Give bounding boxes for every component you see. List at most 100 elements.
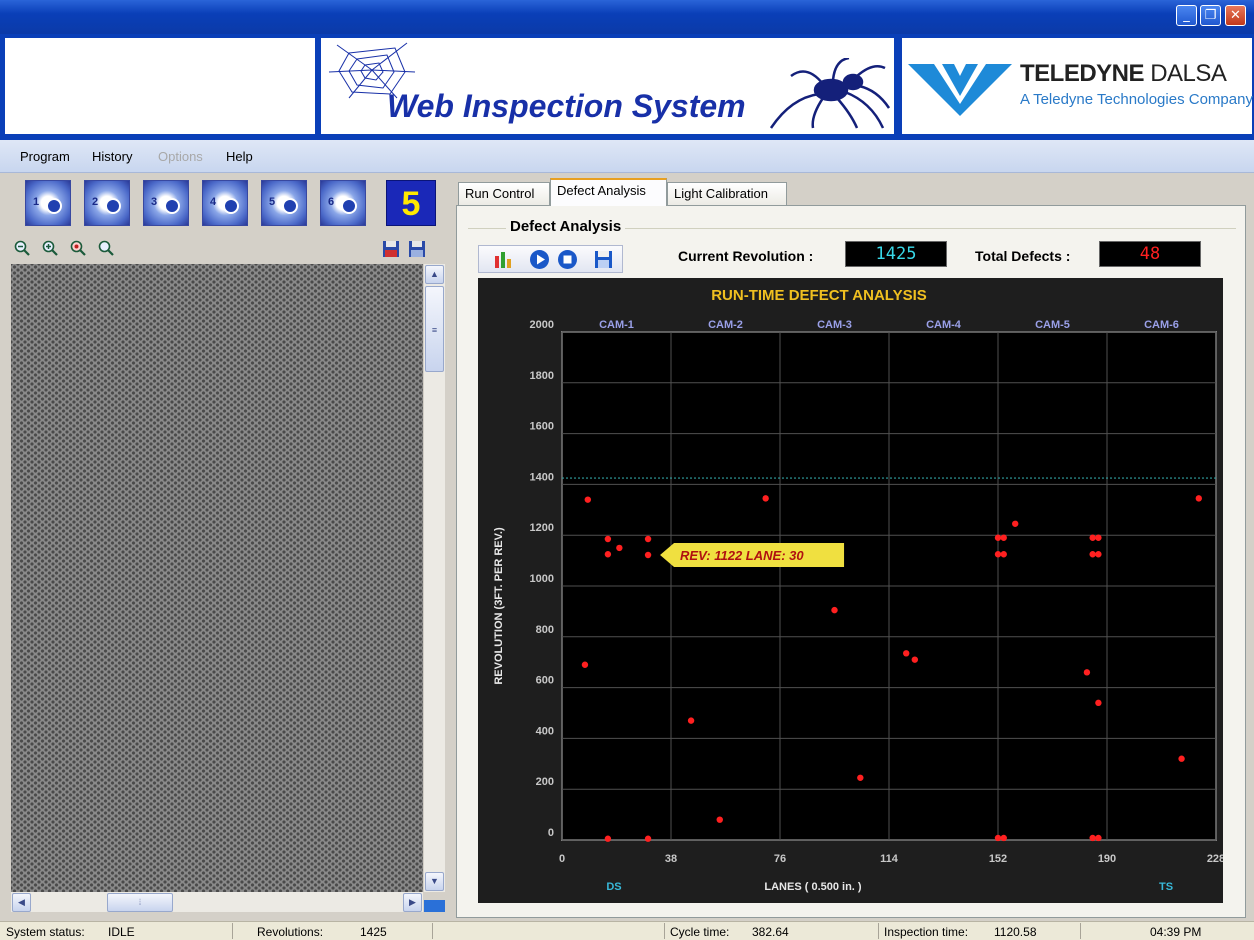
x-tick-label: 114 (880, 853, 899, 865)
defect-point (1095, 551, 1102, 558)
defect-point (604, 535, 612, 543)
zoom-out-icon[interactable] (14, 240, 30, 256)
save-chart-icon[interactable] (594, 250, 613, 269)
camera-number: 1 (33, 196, 40, 208)
defect-point (1178, 755, 1185, 762)
stop-icon[interactable] (557, 249, 578, 270)
camera-5-button[interactable]: 5 (261, 180, 307, 226)
camera-label: CAM-4 (926, 319, 962, 331)
defect-point (903, 650, 910, 657)
clock: 04:39 PM (1150, 925, 1202, 939)
camera-lens-icon (341, 198, 357, 214)
restore-button[interactable]: ❐ (1200, 5, 1221, 26)
revolutions-value: 1425 (360, 925, 387, 939)
camera-number: 6 (328, 196, 335, 208)
x-tick-label: 152 (989, 853, 1007, 865)
total-defects-display: 48 (1099, 241, 1201, 267)
zoom-toolbar (10, 237, 440, 263)
camera-lens-icon (105, 198, 121, 214)
bar-chart-icon[interactable] (493, 250, 513, 268)
defect-point (1095, 699, 1102, 707)
zoom-in-icon[interactable] (42, 240, 58, 256)
revolutions-label: Revolutions: (257, 925, 324, 939)
camera-1-button[interactable]: 1 (25, 180, 71, 226)
y-tick-label: 1000 (530, 573, 554, 585)
defect-point (1089, 834, 1096, 842)
defect-chart-panel: 0 38 76 114 152 190 228 0 200 400 600 800 1000 1200 14… (478, 278, 1225, 903)
scroll-right-icon[interactable]: ▶ (403, 893, 422, 912)
camera-lens-icon (223, 198, 239, 214)
image-horizontal-scrollbar[interactable]: ◀ ⦙ ▶ (11, 892, 423, 912)
tab-defect-analysis[interactable]: Defect Analysis (550, 178, 667, 206)
scroll-up-icon[interactable]: ▲ (425, 265, 444, 284)
system-status-value: IDLE (108, 925, 135, 939)
company-name-main: TELEDYNE (1020, 60, 1145, 87)
tab-run-control[interactable]: Run Control (458, 182, 550, 205)
zoom-reset-icon[interactable] (98, 240, 114, 256)
company-logo-panel: TELEDYNE DALSA A Teledyne Technologies C… (902, 38, 1253, 134)
title-bar: _ ❐ ✕ (0, 0, 1254, 34)
camera-label: CAM-5 (1035, 319, 1070, 331)
cycle-time-label: Cycle time: (670, 925, 730, 939)
tab-strip: Run Control Defect Analysis Light Calibr… (456, 178, 1246, 206)
status-bar: System status: IDLE Revolutions: 1425 Cy… (0, 921, 1254, 940)
menu-history[interactable]: History (92, 149, 132, 164)
horizontal-scroll-thumb[interactable]: ⦙ (107, 893, 173, 912)
defect-point (857, 774, 864, 781)
defect-point (716, 816, 723, 823)
camera-4-button[interactable]: 4 (202, 180, 248, 226)
defect-point (1089, 551, 1096, 558)
minimize-button[interactable]: _ (1176, 5, 1197, 26)
menu-options[interactable]: Options (158, 149, 203, 164)
defect-point (1089, 534, 1096, 541)
tab-light-calibration[interactable]: Light Calibration (667, 182, 787, 205)
camera-label: CAM-3 (817, 319, 852, 331)
camera-6-button[interactable]: 6 (320, 180, 366, 226)
defect-point (831, 606, 838, 614)
zoom-fit-icon[interactable] (70, 240, 86, 256)
header-blank-panel (5, 38, 315, 134)
menu-program[interactable]: Program (20, 149, 70, 164)
y-tick-label: 1200 (530, 522, 554, 534)
defect-point (1195, 495, 1202, 502)
defect-point (604, 551, 612, 558)
defect-scatter-chart[interactable]: 0 38 76 114 152 190 228 0 200 400 600 800 1000 1200 14… (478, 278, 1225, 903)
chart-toolbar (478, 245, 623, 273)
vertical-scroll-thumb[interactable]: ≡ (425, 286, 444, 372)
defect-point (644, 535, 652, 543)
camera-label: CAM-1 (599, 319, 634, 331)
defect-point (1083, 669, 1091, 676)
defect-point (1095, 834, 1102, 842)
save-icon[interactable] (408, 240, 426, 258)
y-tick-label: 1600 (530, 421, 554, 433)
play-icon[interactable] (529, 249, 550, 270)
camera-2-button[interactable]: 2 (84, 180, 130, 226)
image-vertical-scrollbar[interactable]: ▲ ≡ ▼ (424, 264, 445, 892)
selected-camera-indicator: 5 (386, 180, 436, 226)
tooltip-text: REV: 1122 LANE: 30 (680, 548, 804, 563)
defect-point (581, 661, 589, 668)
defect-point (994, 834, 1002, 842)
defect-point (762, 495, 769, 502)
camera-3-button[interactable]: 3 (143, 180, 189, 226)
x-axis-label: LANES ( 0.500 in. ) (764, 881, 862, 893)
defect-point (584, 496, 592, 503)
y-tick-label: 2000 (530, 319, 554, 331)
menu-bar: Program History Options Help (0, 140, 1254, 173)
defect-point (994, 551, 1002, 558)
cycle-time-value: 382.64 (752, 925, 789, 939)
web-image-view[interactable] (11, 264, 423, 892)
scroll-down-icon[interactable]: ▼ (425, 872, 444, 891)
company-name-suffix: DALSA (1150, 60, 1227, 87)
scroll-left-icon[interactable]: ◀ (12, 893, 31, 912)
camera-toolbar: 1 2 3 4 5 6 5 (9, 178, 439, 232)
menu-help[interactable]: Help (226, 149, 253, 164)
x-tick-label: 76 (774, 853, 786, 865)
defect-point (604, 835, 612, 842)
group-title: Defect Analysis (506, 218, 626, 235)
camera-lens-icon (164, 198, 180, 214)
save-image-icon[interactable] (382, 240, 400, 258)
close-button[interactable]: ✕ (1225, 5, 1246, 26)
y-tick-label: 1800 (530, 370, 554, 382)
camera-lens-icon (282, 198, 298, 214)
